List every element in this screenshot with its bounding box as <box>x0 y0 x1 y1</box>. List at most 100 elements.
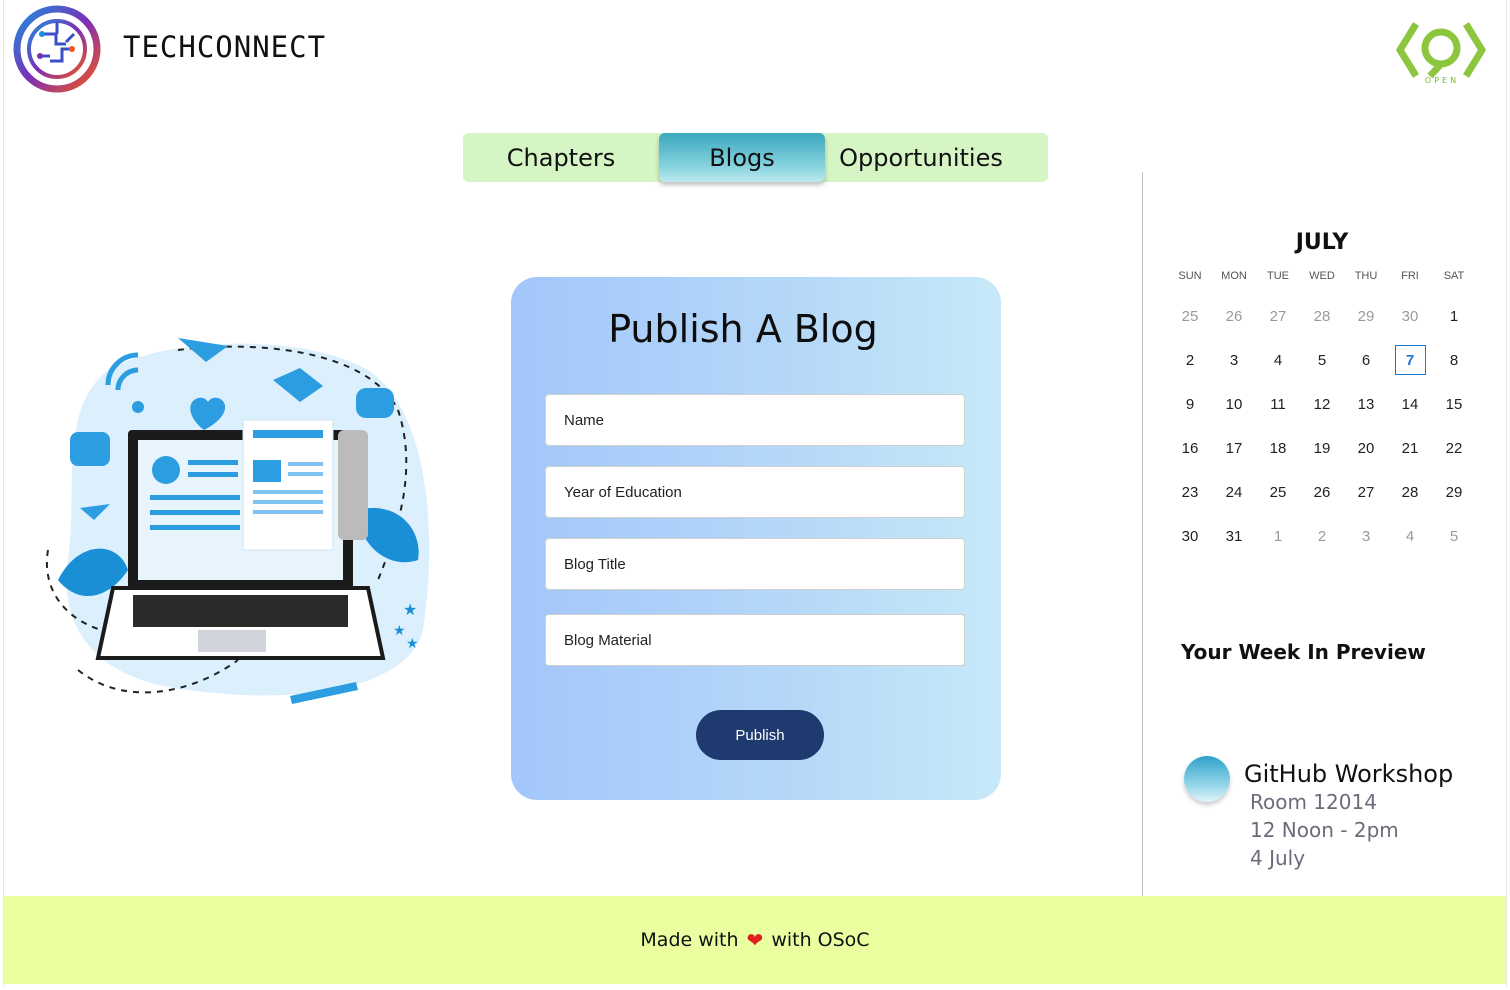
calendar-day-number: 4 <box>1273 351 1283 369</box>
calendar-day[interactable]: 20 <box>1344 426 1388 470</box>
calendar-day[interactable]: 15 <box>1432 382 1476 426</box>
calendar-day[interactable]: 30 <box>1168 514 1212 558</box>
calendar-day-number: 21 <box>1401 439 1419 457</box>
brand-name: TECHCONNECT <box>123 30 327 64</box>
year-of-education-input[interactable] <box>545 466 965 518</box>
calendar-day-number: 1 <box>1449 307 1459 325</box>
calendar-day-number: 3 <box>1361 527 1371 545</box>
calendar-day[interactable]: 26 <box>1212 294 1256 338</box>
calendar-day[interactable]: 19 <box>1300 426 1344 470</box>
calendar-day[interactable]: 11 <box>1256 382 1300 426</box>
calendar-day-number: 22 <box>1445 439 1463 457</box>
calendar-day[interactable]: 3 <box>1212 338 1256 382</box>
calendar-week-row: 16 17 18 19 20 21 22 <box>1168 426 1476 470</box>
techconnect-logo-icon <box>13 5 101 93</box>
calendar-month: JULY <box>1295 230 1349 255</box>
calendar-day-number: 30 <box>1401 307 1419 325</box>
calendar-day-number: 27 <box>1357 483 1375 501</box>
calendar-day[interactable]: 29 <box>1432 470 1476 514</box>
calendar-day-number: 26 <box>1313 483 1331 501</box>
blog-title-input[interactable] <box>545 538 965 590</box>
calendar-day[interactable]: 28 <box>1388 470 1432 514</box>
calendar-day[interactable]: 4 <box>1256 338 1300 382</box>
calendar-day-number: 2 <box>1185 351 1195 369</box>
calendar-day[interactable]: 10 <box>1212 382 1256 426</box>
blog-material-input[interactable] <box>545 614 965 666</box>
calendar-day[interactable]: 27 <box>1256 294 1300 338</box>
weekday-label: SUN <box>1178 270 1202 282</box>
footer: Made with ❤ with OSoC <box>4 896 1506 984</box>
publish-blog-card: Publish A Blog Publish <box>511 277 1001 800</box>
calendar-day[interactable]: 6 <box>1344 338 1388 382</box>
calendar-day[interactable]: 1 <box>1432 294 1476 338</box>
publish-button[interactable]: Publish <box>696 710 824 760</box>
tab-opportunities[interactable]: Opportunities <box>825 133 1017 182</box>
calendar-day[interactable]: 3 <box>1344 514 1388 558</box>
event-indicator <box>1184 756 1230 802</box>
calendar-day-number: 11 <box>1270 395 1286 413</box>
calendar-day[interactable]: 5 <box>1432 514 1476 558</box>
calendar-day[interactable]: 13 <box>1344 382 1388 426</box>
name-input[interactable] <box>545 394 965 446</box>
event-room: Room 12014 <box>1250 790 1377 814</box>
calendar-day-number: 18 <box>1269 439 1287 457</box>
calendar-day[interactable]: 18 <box>1256 426 1300 470</box>
calendar-day[interactable]: 16 <box>1168 426 1212 470</box>
calendar-day[interactable]: 27 <box>1344 470 1388 514</box>
event-title[interactable]: GitHub Workshop <box>1244 760 1453 788</box>
calendar-day[interactable]: 2 <box>1168 338 1212 382</box>
calendar-day[interactable]: 14 <box>1388 382 1432 426</box>
calendar-day-number: 9 <box>1185 395 1195 413</box>
calendar-day-number: 28 <box>1401 483 1419 501</box>
calendar-day-number: 7 <box>1394 345 1426 375</box>
calendar-day[interactable]: 31 <box>1212 514 1256 558</box>
calendar-day[interactable]: 30 <box>1388 294 1432 338</box>
calendar-week-row: 9 10 11 12 13 14 15 <box>1168 382 1476 426</box>
calendar-day-number: 20 <box>1357 439 1375 457</box>
tab-chapters[interactable]: Chapters <box>463 133 659 182</box>
calendar-day[interactable]: 4 <box>1388 514 1432 558</box>
calendar-day[interactable]: 2 <box>1300 514 1344 558</box>
calendar-day-number: 29 <box>1357 307 1375 325</box>
week-preview-title: Your Week In Preview <box>1181 640 1426 664</box>
calendar-day[interactable]: 29 <box>1344 294 1388 338</box>
calendar-day[interactable]: 26 <box>1300 470 1344 514</box>
calendar-day[interactable]: 24 <box>1212 470 1256 514</box>
calendar-day[interactable]: 9 <box>1168 382 1212 426</box>
calendar-day-number: 10 <box>1225 395 1243 413</box>
calendar-day[interactable]: 23 <box>1168 470 1212 514</box>
calendar-day[interactable]: 22 <box>1432 426 1476 470</box>
weekday-label: THU <box>1354 270 1378 282</box>
svg-text:★: ★ <box>403 600 417 619</box>
footer-prefix: Made with <box>640 929 739 951</box>
tab-blogs[interactable]: Blogs <box>659 133 825 182</box>
calendar-day[interactable]: 17 <box>1212 426 1256 470</box>
calendar-day[interactable]: 28 <box>1300 294 1344 338</box>
calendar-day-number: 25 <box>1269 483 1287 501</box>
calendar-week-row: 23 24 25 26 27 28 29 <box>1168 470 1476 514</box>
calendar-week-row: 25 26 27 28 29 30 1 <box>1168 294 1476 338</box>
calendar-day-number: 2 <box>1317 527 1327 545</box>
calendar-day-number: 19 <box>1313 439 1331 457</box>
calendar-days: 25 26 27 28 29 30 1 2 3 4 5 6 7 8 9 10 11 12 13 14 15 16 17 18 1… <box>1168 294 1476 558</box>
calendar-day-number: 6 <box>1361 351 1371 369</box>
calendar-day-number: 12 <box>1313 395 1331 413</box>
calendar-day[interactable]: 5 <box>1300 338 1344 382</box>
calendar-day-number: 8 <box>1449 351 1459 369</box>
weekday-label: MON <box>1221 270 1247 282</box>
calendar-day[interactable]: 25 <box>1256 470 1300 514</box>
calendar-day[interactable]: 8 <box>1432 338 1476 382</box>
calendar-day[interactable]: 1 <box>1256 514 1300 558</box>
calendar-day[interactable]: 7 <box>1388 338 1432 382</box>
sidebar-divider <box>1142 172 1143 896</box>
calendar-day-number: 5 <box>1449 527 1459 545</box>
calendar-day-number: 29 <box>1445 483 1463 501</box>
calendar-week-row: 30 31 1 2 3 4 5 <box>1168 514 1476 558</box>
form-title: Publish A Blog <box>608 307 878 351</box>
blogging-laptop-illustration: ★ ★ ★ <box>45 338 430 704</box>
calendar-day[interactable]: 12 <box>1300 382 1344 426</box>
calendar-day-number: 5 <box>1317 351 1327 369</box>
weekday-label: TUE <box>1267 270 1289 282</box>
calendar-day[interactable]: 25 <box>1168 294 1212 338</box>
calendar-day[interactable]: 21 <box>1388 426 1432 470</box>
